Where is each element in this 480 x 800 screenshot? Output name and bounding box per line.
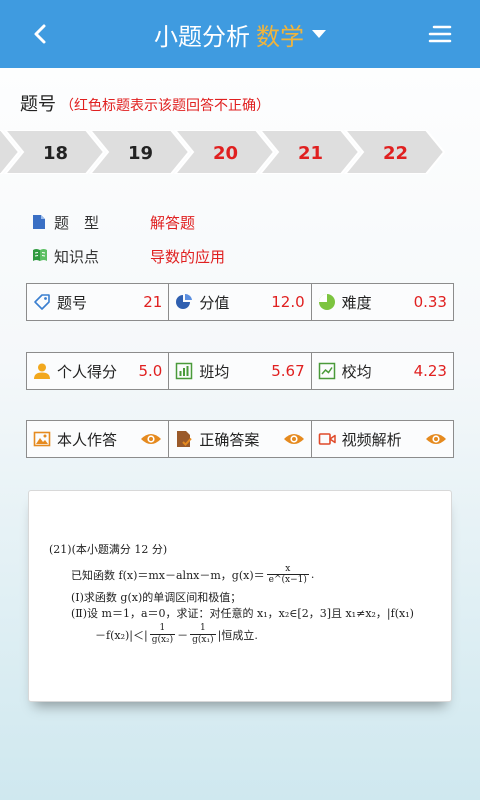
knowledge-value: 导数的应用 <box>150 247 226 266</box>
menu-button[interactable] <box>422 16 458 52</box>
tag-icon <box>33 293 51 311</box>
view-video-eye-icon[interactable] <box>425 432 447 446</box>
gauge-icon <box>318 293 336 311</box>
question-nav-label: 题号 <box>20 94 56 115</box>
header-bar: 小题分析 数学 <box>0 0 480 68</box>
book-icon <box>32 248 48 264</box>
video-analysis-cell[interactable]: 视频解析 <box>312 421 453 457</box>
video-camera-icon <box>318 430 336 448</box>
type-value: 解答题 <box>150 213 196 232</box>
question-tab-label: 20 <box>213 143 238 164</box>
back-button[interactable] <box>22 16 58 52</box>
problem-part-1: (Ⅰ)求函数 g(x)的单调区间和极值； <box>71 591 242 604</box>
subject-selector[interactable]: 小题分析 数学 <box>154 17 326 52</box>
stat-score: 分值 12.0 <box>169 284 312 320</box>
view-correct-answer-eye-icon[interactable] <box>283 432 305 446</box>
question-nav-note: （红色标题表示该题回答不正确） <box>60 98 270 114</box>
question-tab-label: 19 <box>128 143 153 164</box>
menu-icon <box>428 25 452 43</box>
document-icon <box>32 214 48 230</box>
bar-chart-icon <box>175 362 193 380</box>
stat-class-average: 班均 5.67 <box>169 353 312 389</box>
problem-part-2-cont: －f(x₂)|＜| 1 g(x₂) － 1 g(x₁) |恒成立. <box>95 623 258 645</box>
stat-personal-score: 个人得分 5.0 <box>27 353 170 389</box>
problem-part-2: (Ⅱ)设 m＝1，a＝0，求证：对任意的 x₁，x₂∈[2，3]且 x₁≠x₂，… <box>71 607 414 620</box>
question-stepper: 71819202122 <box>0 130 446 174</box>
page-title: 小题分析 <box>154 22 250 51</box>
image-icon <box>33 430 51 448</box>
user-icon <box>33 362 51 380</box>
chevron-left-icon <box>34 24 46 44</box>
caret-down-icon <box>312 30 326 38</box>
problem-heading: (21)(本小题满分 12 分) <box>49 543 168 556</box>
question-info: 题 型 解答题 知识点 导数的应用 <box>32 210 225 278</box>
stats-row-2: 个人得分 5.0 班均 5.67 校均 4.23 <box>26 352 454 390</box>
question-nav-header: 题号 （红色标题表示该题回答不正确） <box>20 90 270 116</box>
line-chart-icon <box>318 362 336 380</box>
type-row: 题 型 解答题 <box>32 210 225 234</box>
stat-question-number: 题号 21 <box>27 284 170 320</box>
pie-chart-icon <box>175 293 193 311</box>
fraction-g: x e^(x−1) <box>266 564 309 585</box>
stats-row-3: 本人作答 正确答案 视频解析 <box>26 420 454 458</box>
stat-difficulty: 难度 0.33 <box>312 284 453 320</box>
answer-sheet-icon <box>175 430 193 448</box>
problem-statement: 已知函数 f(x)＝mx－alnx－m，g(x)＝ x e^(x−1) . <box>71 564 315 585</box>
subject-label: 数学 <box>256 22 304 51</box>
question-tab-label: 22 <box>383 143 408 164</box>
question-tab-label: 21 <box>298 143 323 164</box>
view-my-answer-eye-icon[interactable] <box>140 432 162 446</box>
knowledge-row: 知识点 导数的应用 <box>32 244 225 268</box>
problem-image[interactable]: (21)(本小题满分 12 分) 已知函数 f(x)＝mx－alnx－m，g(x… <box>28 490 452 702</box>
knowledge-label: 知识点 <box>54 247 100 266</box>
stat-school-average: 校均 4.23 <box>312 353 453 389</box>
fraction-1: 1 g(x₂) <box>149 623 176 645</box>
my-answer-cell[interactable]: 本人作答 <box>27 421 170 457</box>
fraction-2: 1 g(x₁) <box>190 623 216 645</box>
question-tab-label: 18 <box>43 143 68 164</box>
stats-row-1: 题号 21 分值 12.0 难度 0.33 <box>26 283 454 321</box>
correct-answer-cell[interactable]: 正确答案 <box>169 421 312 457</box>
type-label: 题 型 <box>54 213 100 232</box>
